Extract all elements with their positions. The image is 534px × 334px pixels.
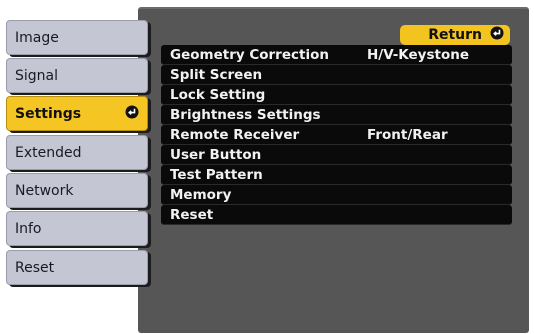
sidebar-item-label: Image <box>15 29 59 46</box>
sidebar-item-info[interactable]: Info <box>6 211 148 246</box>
menu-item-lock-setting[interactable]: Lock Setting <box>161 85 512 105</box>
menu-item-memory[interactable]: Memory <box>161 185 512 205</box>
menu-item-label: Memory <box>170 186 232 203</box>
menu-item-label: Remote Receiver <box>170 126 300 143</box>
sidebar-item-label: Extended <box>15 144 82 161</box>
return-label: Return <box>428 27 482 43</box>
menu-item-label: Lock Setting <box>170 86 266 103</box>
sidebar-item-image[interactable]: Image <box>6 20 148 55</box>
sidebar-item-network[interactable]: Network <box>6 173 148 208</box>
menu-item-user-button[interactable]: User Button <box>161 145 512 165</box>
menu-item-label: Brightness Settings <box>170 106 321 123</box>
enter-icon <box>490 26 504 44</box>
sidebar-item-reset[interactable]: Reset <box>6 250 148 285</box>
menu-item-split-screen[interactable]: Split Screen <box>161 65 512 85</box>
menu-item-value: Front/Rear <box>367 126 448 143</box>
menu-item-reset[interactable]: Reset <box>161 205 512 225</box>
menu-item-geometry-correction[interactable]: Geometry Correction H/V-Keystone <box>161 45 512 65</box>
menu-item-label: Geometry Correction <box>170 46 329 63</box>
menu-item-label: Reset <box>170 206 214 223</box>
menu-item-label: User Button <box>170 146 262 163</box>
settings-menu-list: Geometry Correction H/V-Keystone Split S… <box>161 45 512 225</box>
menu-item-label: Split Screen <box>170 66 263 83</box>
sidebar-item-label: Signal <box>15 67 59 84</box>
menu-item-value: H/V-Keystone <box>367 46 470 63</box>
enter-icon <box>125 105 139 123</box>
menu-item-brightness-settings[interactable]: Brightness Settings <box>161 105 512 125</box>
sidebar-item-label: Network <box>15 182 74 199</box>
sidebar-item-label: Reset <box>15 259 55 276</box>
menu-item-label: Test Pattern <box>170 166 263 183</box>
menu-item-remote-receiver[interactable]: Remote Receiver Front/Rear <box>161 125 512 145</box>
sidebar-item-extended[interactable]: Extended <box>6 135 148 170</box>
sidebar-item-signal[interactable]: Signal <box>6 58 148 93</box>
sidebar-item-label: Settings <box>15 105 82 122</box>
return-button[interactable]: Return <box>400 25 510 45</box>
sidebar-item-label: Info <box>15 220 42 237</box>
sidebar-item-settings[interactable]: Settings <box>6 96 148 131</box>
menu-item-test-pattern[interactable]: Test Pattern <box>161 165 512 185</box>
projector-menu: Image Signal Settings Extended Network I… <box>0 0 534 334</box>
